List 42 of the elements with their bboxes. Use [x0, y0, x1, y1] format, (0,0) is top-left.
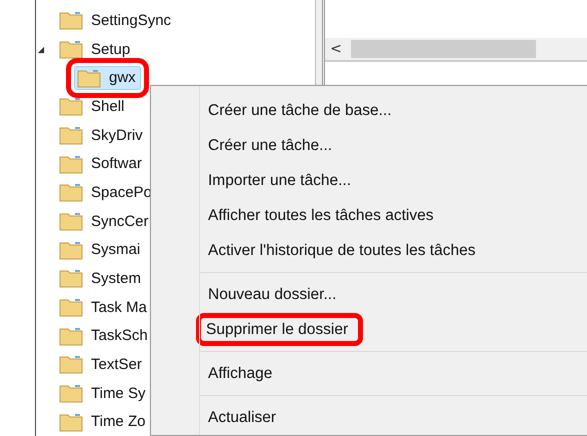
menu-item[interactable]: Supprimer le dossier [199, 316, 360, 343]
folder-icon [59, 326, 83, 346]
folder-icon [59, 383, 83, 404]
folder-icon [59, 354, 83, 374]
folder-icon [59, 297, 83, 318]
folder-icon [59, 39, 83, 59]
menu-item[interactable]: Créer une tâche... [206, 128, 334, 163]
folder-icon [59, 211, 83, 232]
folder-icon [59, 96, 83, 116]
scroll-left-button[interactable]: < [325, 41, 347, 57]
folder-icon [77, 68, 101, 88]
folder-icon [59, 412, 83, 432]
tree-item[interactable]: Task Ma [56, 295, 152, 320]
folder-icon [59, 154, 83, 174]
menu-item[interactable]: Nouveau dossier... [206, 277, 338, 312]
folder-icon [59, 125, 83, 146]
tree-item[interactable]: Sysmai [56, 238, 146, 262]
tree-item[interactable]: TextSer [56, 352, 147, 376]
tree-item[interactable]: Time Zo [56, 410, 150, 434]
tree-item[interactable]: Shell [56, 94, 130, 118]
menu-item[interactable]: Importer une tâche... [206, 163, 354, 198]
expand-arrow-icon[interactable] [36, 44, 45, 54]
folder-icon [59, 10, 83, 30]
tree-item[interactable]: Setup [56, 37, 136, 61]
tree-item[interactable]: Softwar [56, 152, 147, 176]
menu-item[interactable]: Afficher toutes les tâches actives [206, 198, 436, 233]
tree-item[interactable]: SpacePo [56, 180, 157, 204]
folder-icon [59, 268, 83, 288]
tree-item[interactable]: SettingSync [56, 8, 176, 32]
tree-item[interactable]: SkyDriv [56, 123, 148, 148]
menu-item[interactable]: Créer une tâche de base... [206, 93, 394, 128]
tree-item[interactable]: TaskSch [56, 324, 153, 348]
horizontal-scrollbar[interactable]: < [325, 38, 587, 62]
tree-item[interactable]: Time Sy [56, 381, 150, 406]
tree-item[interactable]: SyncCer [56, 209, 154, 234]
scrollbar-thumb[interactable] [351, 40, 536, 58]
folder-icon [59, 240, 83, 260]
tree-item[interactable]: System [56, 266, 146, 290]
menu-item[interactable]: Affichage [206, 356, 274, 391]
menu-item[interactable]: Activer l'historique de toutes les tâches [206, 233, 478, 268]
folder-icon [59, 182, 83, 202]
menu-item[interactable]: Actualiser [206, 400, 278, 435]
